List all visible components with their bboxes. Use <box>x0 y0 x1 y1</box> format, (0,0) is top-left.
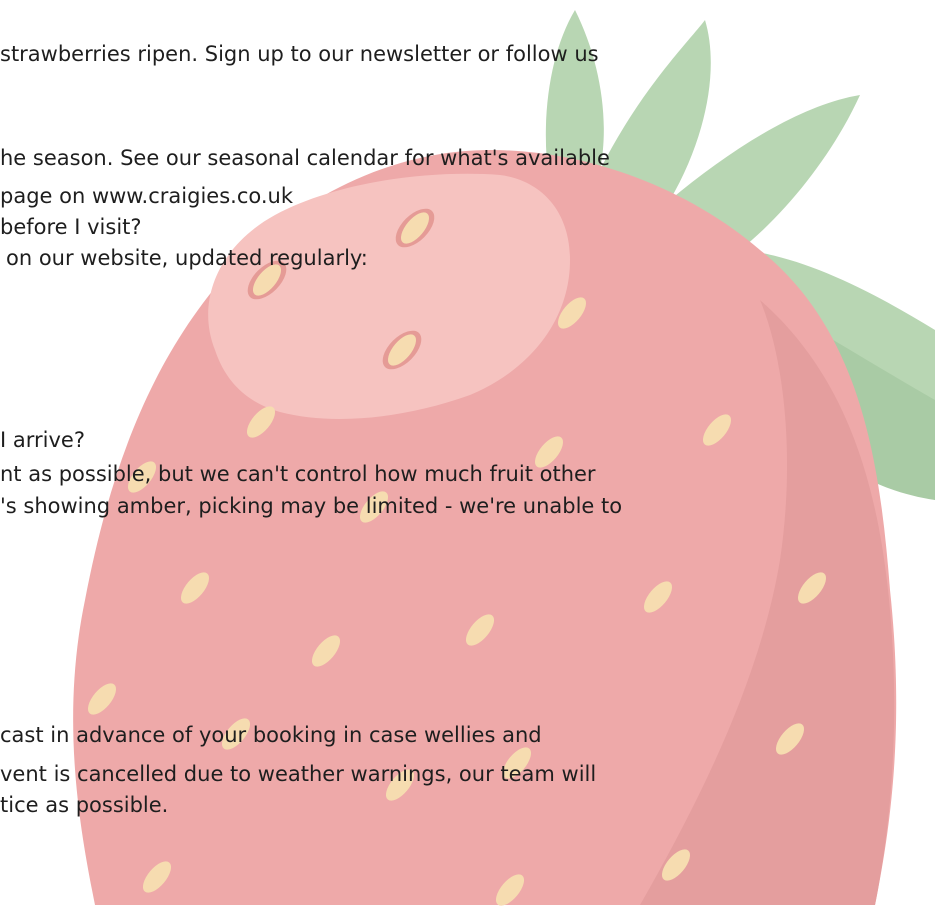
faq-question-before-visit: before I visit? <box>0 215 142 239</box>
faq-line-notice: tice as possible. <box>0 793 169 817</box>
faq-line-website: page on www.craigies.co.uk <box>0 184 293 208</box>
faq-line-fruit-control: nt as possible, but we can't control how… <box>0 462 596 486</box>
faq-line-updated-regularly: on our website, updated regularly: <box>6 246 368 270</box>
faq-line-newsletter: strawberries ripen. Sign up to our newsl… <box>0 42 599 66</box>
faq-line-event-cancelled: vent is cancelled due to weather warning… <box>0 762 597 786</box>
faq-page-fragment: strawberries ripen. Sign up to our newsl… <box>0 0 935 915</box>
faq-line-seasonal-calendar: he season. See our seasonal calendar for… <box>0 146 610 170</box>
faq-question-arrive: I arrive? <box>0 428 85 452</box>
faq-line-amber-status: 's showing amber, picking may be limited… <box>0 494 623 518</box>
faq-line-weather-forecast: cast in advance of your booking in case … <box>0 723 542 747</box>
